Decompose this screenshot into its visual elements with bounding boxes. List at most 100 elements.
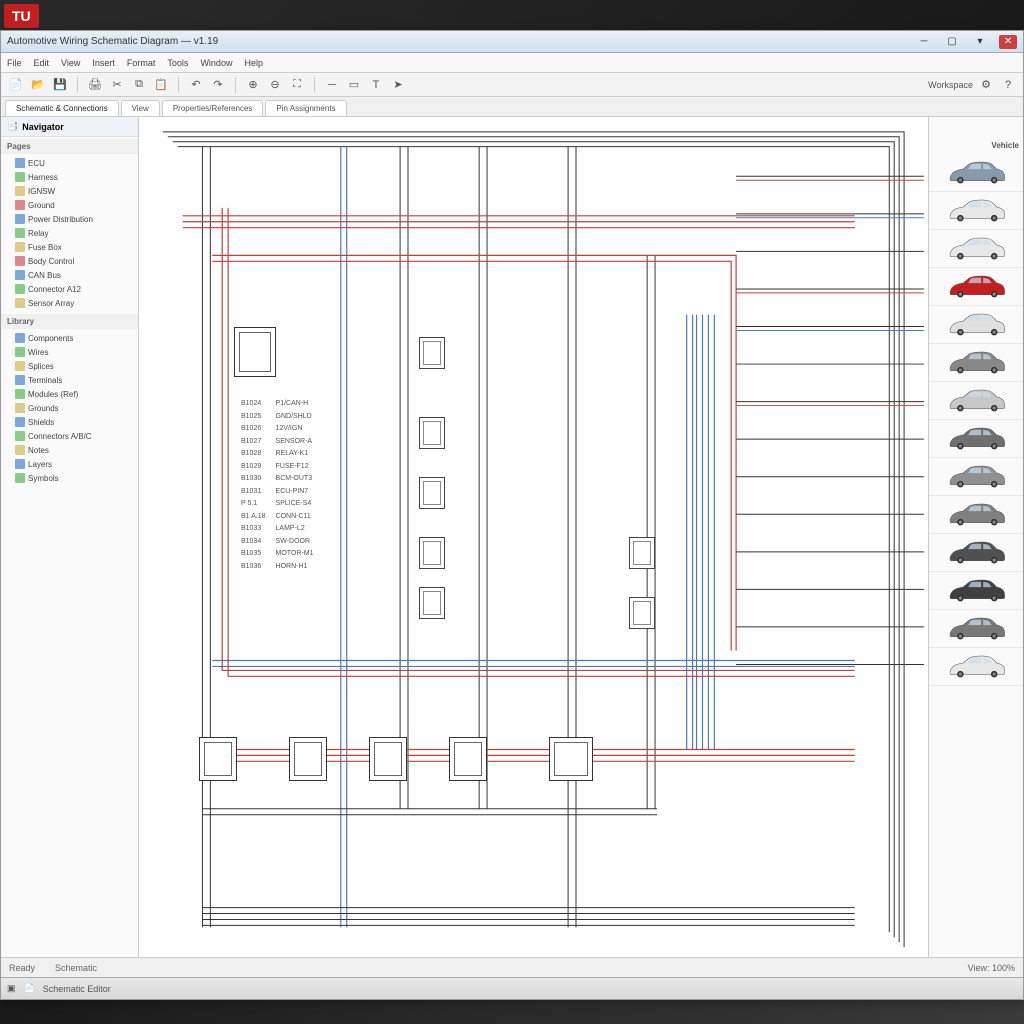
- vehicle-item[interactable]: [929, 192, 1023, 230]
- save-icon[interactable]: 💾: [51, 76, 69, 94]
- component-relay-2[interactable]: [629, 597, 655, 629]
- car-icon: [941, 426, 1011, 452]
- new-icon[interactable]: 📄: [7, 76, 25, 94]
- tree-item[interactable]: Fuse Box: [1, 240, 138, 254]
- tree-item[interactable]: Layers: [1, 457, 138, 471]
- help-icon[interactable]: ?: [999, 76, 1017, 94]
- undo-icon[interactable]: ↶: [187, 76, 205, 94]
- vehicle-item[interactable]: [929, 268, 1023, 306]
- menu-file[interactable]: File: [7, 58, 22, 68]
- vehicle-item[interactable]: [929, 382, 1023, 420]
- open-icon[interactable]: 📂: [29, 76, 47, 94]
- tab-schematic[interactable]: Schematic & Connections: [5, 100, 119, 116]
- component-module-3[interactable]: [419, 477, 445, 509]
- tree-item[interactable]: Modules (Ref): [1, 387, 138, 401]
- tree-item[interactable]: ECU: [1, 156, 138, 170]
- text-icon[interactable]: T: [367, 76, 385, 94]
- tree-item[interactable]: IGNSW: [1, 184, 138, 198]
- zoom-in-icon[interactable]: ⊕: [244, 76, 262, 94]
- component-module-2[interactable]: [419, 417, 445, 449]
- taskbar-app-icon[interactable]: ▣: [7, 983, 16, 994]
- redo-icon[interactable]: ↷: [209, 76, 227, 94]
- menu-tools[interactable]: Tools: [167, 58, 188, 68]
- component-module-1[interactable]: [419, 337, 445, 369]
- paste-icon[interactable]: 📋: [152, 76, 170, 94]
- menu-view[interactable]: View: [61, 58, 80, 68]
- component-icon[interactable]: ▭: [345, 76, 363, 94]
- tree-item[interactable]: Power Distribution: [1, 212, 138, 226]
- close-icon[interactable]: ✕: [999, 35, 1017, 49]
- vehicle-item[interactable]: [929, 344, 1023, 382]
- car-icon: [941, 198, 1011, 224]
- component-bcm-5[interactable]: [549, 737, 593, 781]
- vehicle-item[interactable]: [929, 230, 1023, 268]
- tree-item[interactable]: Sensor Array: [1, 296, 138, 310]
- tree-item[interactable]: Shields: [1, 415, 138, 429]
- taskbar-item[interactable]: Schematic Editor: [43, 984, 111, 994]
- menu-format[interactable]: Format: [127, 58, 156, 68]
- cut-icon[interactable]: ✂: [108, 76, 126, 94]
- vehicle-item[interactable]: [929, 154, 1023, 192]
- menu-edit[interactable]: Edit: [34, 58, 50, 68]
- zoom-out-icon[interactable]: ⊖: [266, 76, 284, 94]
- component-bcm-3[interactable]: [369, 737, 407, 781]
- tree-label: Power Distribution: [28, 215, 93, 224]
- titlebar: Automotive Wiring Schematic Diagram — v1…: [1, 31, 1023, 53]
- arrow-icon[interactable]: ➤: [389, 76, 407, 94]
- component-bcm-4[interactable]: [449, 737, 487, 781]
- tree-item[interactable]: Ground: [1, 198, 138, 212]
- tree-item[interactable]: Grounds: [1, 401, 138, 415]
- fit-icon[interactable]: ⛶: [288, 76, 306, 94]
- wire-icon[interactable]: ─: [323, 76, 341, 94]
- component-module-4[interactable]: [419, 537, 445, 569]
- minimize-icon[interactable]: ─: [915, 35, 933, 49]
- tree-item[interactable]: Body Control: [1, 254, 138, 268]
- settings-icon[interactable]: ⚙: [977, 76, 995, 94]
- menu-window[interactable]: Window: [200, 58, 232, 68]
- schematic-canvas[interactable]: B1024P1/CAN-HB1025GND/SHLDB102612V/IGNB1…: [139, 117, 928, 957]
- tab-pins[interactable]: Pin Assignments: [265, 100, 346, 116]
- vehicle-item[interactable]: [929, 610, 1023, 648]
- tree-item[interactable]: Harness: [1, 170, 138, 184]
- tree-item[interactable]: Splices: [1, 359, 138, 373]
- vehicle-item[interactable]: [929, 496, 1023, 534]
- vehicle-item[interactable]: [929, 572, 1023, 610]
- page-icon: [15, 158, 25, 168]
- car-icon: [941, 464, 1011, 490]
- table-row: B1028RELAY-K1: [241, 449, 322, 460]
- lib-icon: [15, 431, 25, 441]
- tree-label: Shields: [28, 418, 54, 427]
- tree-item[interactable]: Connectors A/B/C: [1, 429, 138, 443]
- component-ecu[interactable]: [234, 327, 276, 377]
- taskbar-doc-icon[interactable]: 📄: [24, 983, 35, 994]
- tree-item[interactable]: Terminals: [1, 373, 138, 387]
- tree-item[interactable]: Components: [1, 331, 138, 345]
- tree-item[interactable]: Wires: [1, 345, 138, 359]
- tree-label: Symbols: [28, 474, 59, 483]
- tree-item[interactable]: Relay: [1, 226, 138, 240]
- dropdown-icon[interactable]: ▾: [971, 35, 989, 49]
- maximize-icon[interactable]: ▢: [943, 35, 961, 49]
- vehicle-item[interactable]: [929, 306, 1023, 344]
- component-module-5[interactable]: [419, 587, 445, 619]
- component-relay-1[interactable]: [629, 537, 655, 569]
- menu-insert[interactable]: Insert: [92, 58, 115, 68]
- tab-properties[interactable]: Properties/References: [162, 100, 264, 116]
- tree-item[interactable]: Symbols: [1, 471, 138, 485]
- page-icon: [15, 284, 25, 294]
- tree-label: Splices: [28, 362, 54, 371]
- vehicle-item[interactable]: [929, 420, 1023, 458]
- component-bcm-2[interactable]: [289, 737, 327, 781]
- copy-icon[interactable]: ⧉: [130, 76, 148, 94]
- component-bcm-1[interactable]: [199, 737, 237, 781]
- tree-label: CAN Bus: [28, 271, 61, 280]
- vehicle-item[interactable]: [929, 534, 1023, 572]
- print-icon[interactable]: 🖨: [86, 76, 104, 94]
- vehicle-item[interactable]: [929, 458, 1023, 496]
- tree-item[interactable]: Connector A12: [1, 282, 138, 296]
- menu-help[interactable]: Help: [244, 58, 263, 68]
- tab-view[interactable]: View: [121, 100, 160, 116]
- vehicle-item[interactable]: [929, 648, 1023, 686]
- tree-item[interactable]: Notes: [1, 443, 138, 457]
- tree-item[interactable]: CAN Bus: [1, 268, 138, 282]
